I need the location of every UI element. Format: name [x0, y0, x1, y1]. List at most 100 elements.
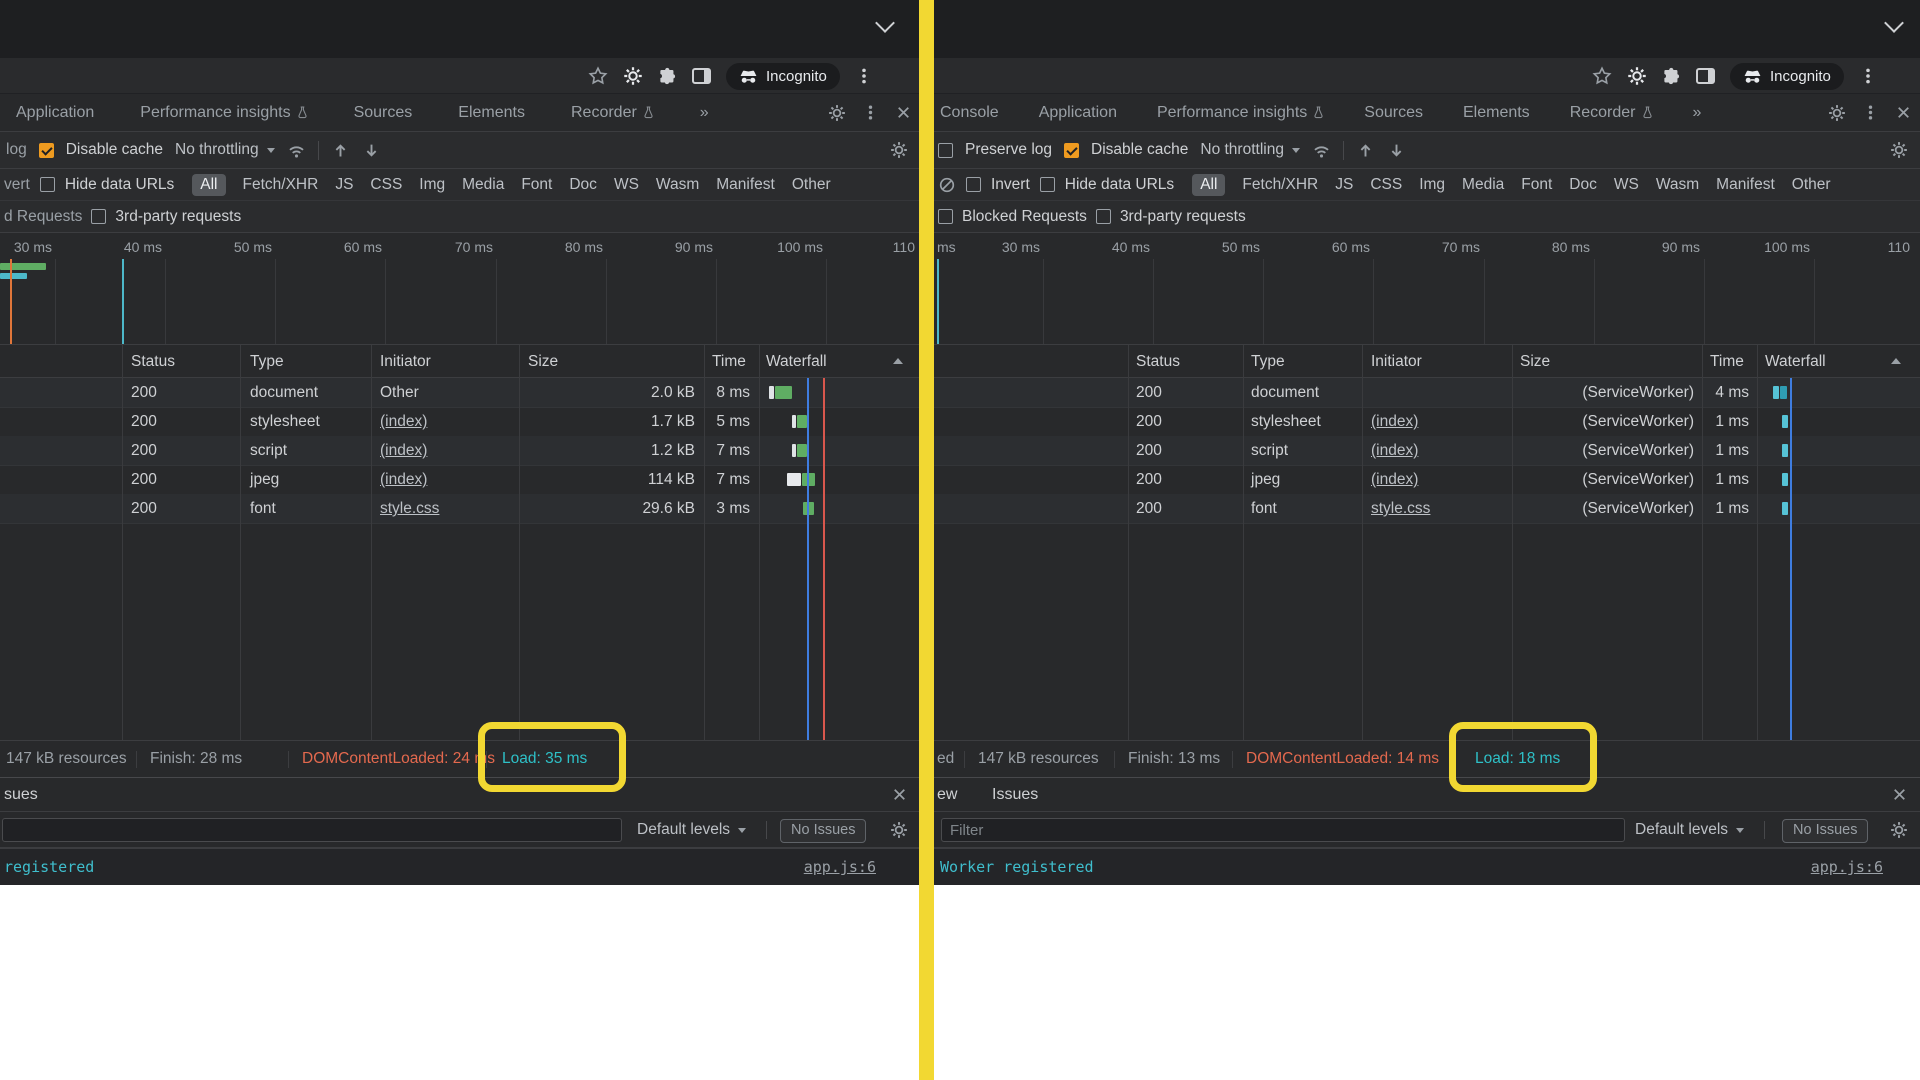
- column-header-status[interactable]: Status: [1136, 345, 1180, 378]
- filter-pill-ws[interactable]: WS: [614, 176, 639, 194]
- filter-pill-img[interactable]: Img: [419, 176, 445, 194]
- initiator-link[interactable]: style.css: [380, 494, 439, 523]
- column-divider[interactable]: [1702, 345, 1703, 740]
- request-row[interactable]: 200 jpeg (index) 114 kB 7 ms: [0, 465, 920, 495]
- network-conditions-icon[interactable]: [1312, 141, 1331, 160]
- column-header-initiator[interactable]: Initiator: [1371, 345, 1422, 378]
- column-header-initiator[interactable]: Initiator: [380, 345, 431, 378]
- request-row[interactable]: 200 font style.css (ServiceWorker) 1 ms: [934, 494, 1920, 524]
- filter-pill-ws[interactable]: WS: [1614, 176, 1639, 194]
- disable-cache-checkbox[interactable]: [1064, 143, 1079, 158]
- extensions-puzzle-icon[interactable]: [658, 67, 677, 86]
- clear-filter-icon[interactable]: [938, 176, 956, 194]
- third-party-checkbox[interactable]: [1096, 209, 1111, 224]
- filter-pill-all[interactable]: All: [1192, 174, 1225, 196]
- initiator-link[interactable]: (index): [380, 436, 427, 465]
- network-conditions-icon[interactable]: [287, 141, 306, 160]
- tab-performance-insights[interactable]: Performance insights: [1157, 104, 1324, 122]
- close-drawer-icon[interactable]: [1891, 786, 1908, 803]
- initiator-link[interactable]: (index): [1371, 465, 1418, 494]
- tab-elements[interactable]: Elements: [458, 104, 525, 122]
- request-row[interactable]: 200 stylesheet (index) 1.7 kB 5 ms: [0, 407, 920, 437]
- column-divider[interactable]: [1128, 345, 1129, 740]
- column-header-type[interactable]: Type: [1251, 345, 1285, 378]
- filter-pill-css[interactable]: CSS: [370, 176, 402, 194]
- extensions-puzzle-icon[interactable]: [1662, 67, 1681, 86]
- console-settings-gear-icon[interactable]: [1890, 821, 1908, 839]
- initiator-link[interactable]: (index): [380, 465, 427, 494]
- export-har-icon[interactable]: [362, 141, 381, 160]
- filter-pill-css[interactable]: CSS: [1370, 176, 1402, 194]
- export-har-icon[interactable]: [1387, 141, 1406, 160]
- column-divider[interactable]: [1243, 345, 1244, 740]
- blocked-requests-checkbox[interactable]: [938, 209, 953, 224]
- filter-pill-img[interactable]: Img: [1419, 176, 1445, 194]
- close-drawer-icon[interactable]: [891, 786, 908, 803]
- drawer-tab-partial[interactable]: ew: [937, 778, 957, 812]
- disable-cache-checkbox[interactable]: [39, 143, 54, 158]
- column-divider[interactable]: [519, 345, 520, 740]
- settings-gear-icon[interactable]: [1828, 104, 1846, 122]
- log-levels-select[interactable]: Default levels: [637, 818, 746, 842]
- drawer-tab-issues[interactable]: Issues: [992, 778, 1038, 812]
- more-tabs-button[interactable]: »: [700, 104, 709, 122]
- preserve-log-checkbox[interactable]: [938, 143, 953, 158]
- hide-data-urls-checkbox[interactable]: [40, 177, 55, 192]
- close-icon[interactable]: [1895, 104, 1912, 121]
- side-panel-icon[interactable]: [1696, 68, 1715, 84]
- filter-pill-all[interactable]: All: [192, 174, 225, 196]
- column-header-waterfall[interactable]: Waterfall: [1765, 345, 1826, 378]
- console-filter-input[interactable]: [2, 818, 622, 842]
- third-party-checkbox[interactable]: [91, 209, 106, 224]
- browser-menu-icon[interactable]: [1859, 67, 1877, 85]
- filter-pill-js[interactable]: JS: [1335, 176, 1353, 194]
- network-settings-gear-icon[interactable]: [890, 141, 908, 159]
- throttling-select[interactable]: No throttling: [1200, 141, 1300, 159]
- request-row[interactable]: 200 font style.css 29.6 kB 3 ms: [0, 494, 920, 524]
- filter-pill-doc[interactable]: Doc: [1569, 176, 1597, 194]
- browser-menu-icon[interactable]: [855, 67, 873, 85]
- request-row[interactable]: 200 jpeg (index) (ServiceWorker) 1 ms: [934, 465, 1920, 495]
- filter-pill-js[interactable]: JS: [335, 176, 353, 194]
- chevron-down-icon[interactable]: [875, 13, 895, 33]
- tab-performance-insights[interactable]: Performance insights: [140, 104, 307, 122]
- filter-pill-doc[interactable]: Doc: [569, 176, 597, 194]
- console-source-link[interactable]: app.js:6: [1811, 849, 1883, 885]
- column-divider[interactable]: [704, 345, 705, 740]
- bookmark-star-icon[interactable]: [1592, 66, 1612, 86]
- column-divider[interactable]: [1757, 345, 1758, 740]
- tab-console[interactable]: Console: [940, 104, 999, 122]
- filter-pill-fetch-xhr[interactable]: Fetch/XHR: [1242, 176, 1318, 194]
- invert-checkbox[interactable]: [966, 177, 981, 192]
- throttling-select[interactable]: No throttling: [175, 141, 275, 159]
- column-divider[interactable]: [122, 345, 123, 740]
- extension-icon[interactable]: [623, 66, 643, 86]
- settings-gear-icon[interactable]: [828, 104, 846, 122]
- column-divider[interactable]: [1362, 345, 1363, 740]
- console-filter-input[interactable]: [941, 818, 1625, 842]
- bookmark-star-icon[interactable]: [588, 66, 608, 86]
- initiator-link[interactable]: style.css: [1371, 494, 1430, 523]
- filter-pill-media[interactable]: Media: [462, 176, 504, 194]
- import-har-icon[interactable]: [331, 141, 350, 160]
- console-source-link[interactable]: app.js:6: [804, 849, 876, 885]
- filter-pill-font[interactable]: Font: [1521, 176, 1552, 194]
- devtools-menu-icon[interactable]: [1862, 104, 1879, 121]
- filter-pill-media[interactable]: Media: [1462, 176, 1504, 194]
- log-levels-select[interactable]: Default levels: [1635, 818, 1744, 842]
- filter-pill-wasm[interactable]: Wasm: [656, 176, 699, 194]
- tab-sources[interactable]: Sources: [1364, 104, 1423, 122]
- tab-elements[interactable]: Elements: [1463, 104, 1530, 122]
- tab-sources[interactable]: Sources: [354, 104, 413, 122]
- console-settings-gear-icon[interactable]: [890, 821, 908, 839]
- devtools-menu-icon[interactable]: [862, 104, 879, 121]
- column-divider[interactable]: [240, 345, 241, 740]
- tab-recorder[interactable]: Recorder: [1570, 104, 1653, 122]
- tab-recorder[interactable]: Recorder: [571, 104, 654, 122]
- tab-application[interactable]: Application: [1039, 104, 1117, 122]
- filter-pill-manifest[interactable]: Manifest: [716, 176, 775, 194]
- close-icon[interactable]: [895, 104, 912, 121]
- tab-application[interactable]: Application: [16, 104, 94, 122]
- column-header-waterfall[interactable]: Waterfall: [766, 345, 827, 378]
- column-header-type[interactable]: Type: [250, 345, 284, 378]
